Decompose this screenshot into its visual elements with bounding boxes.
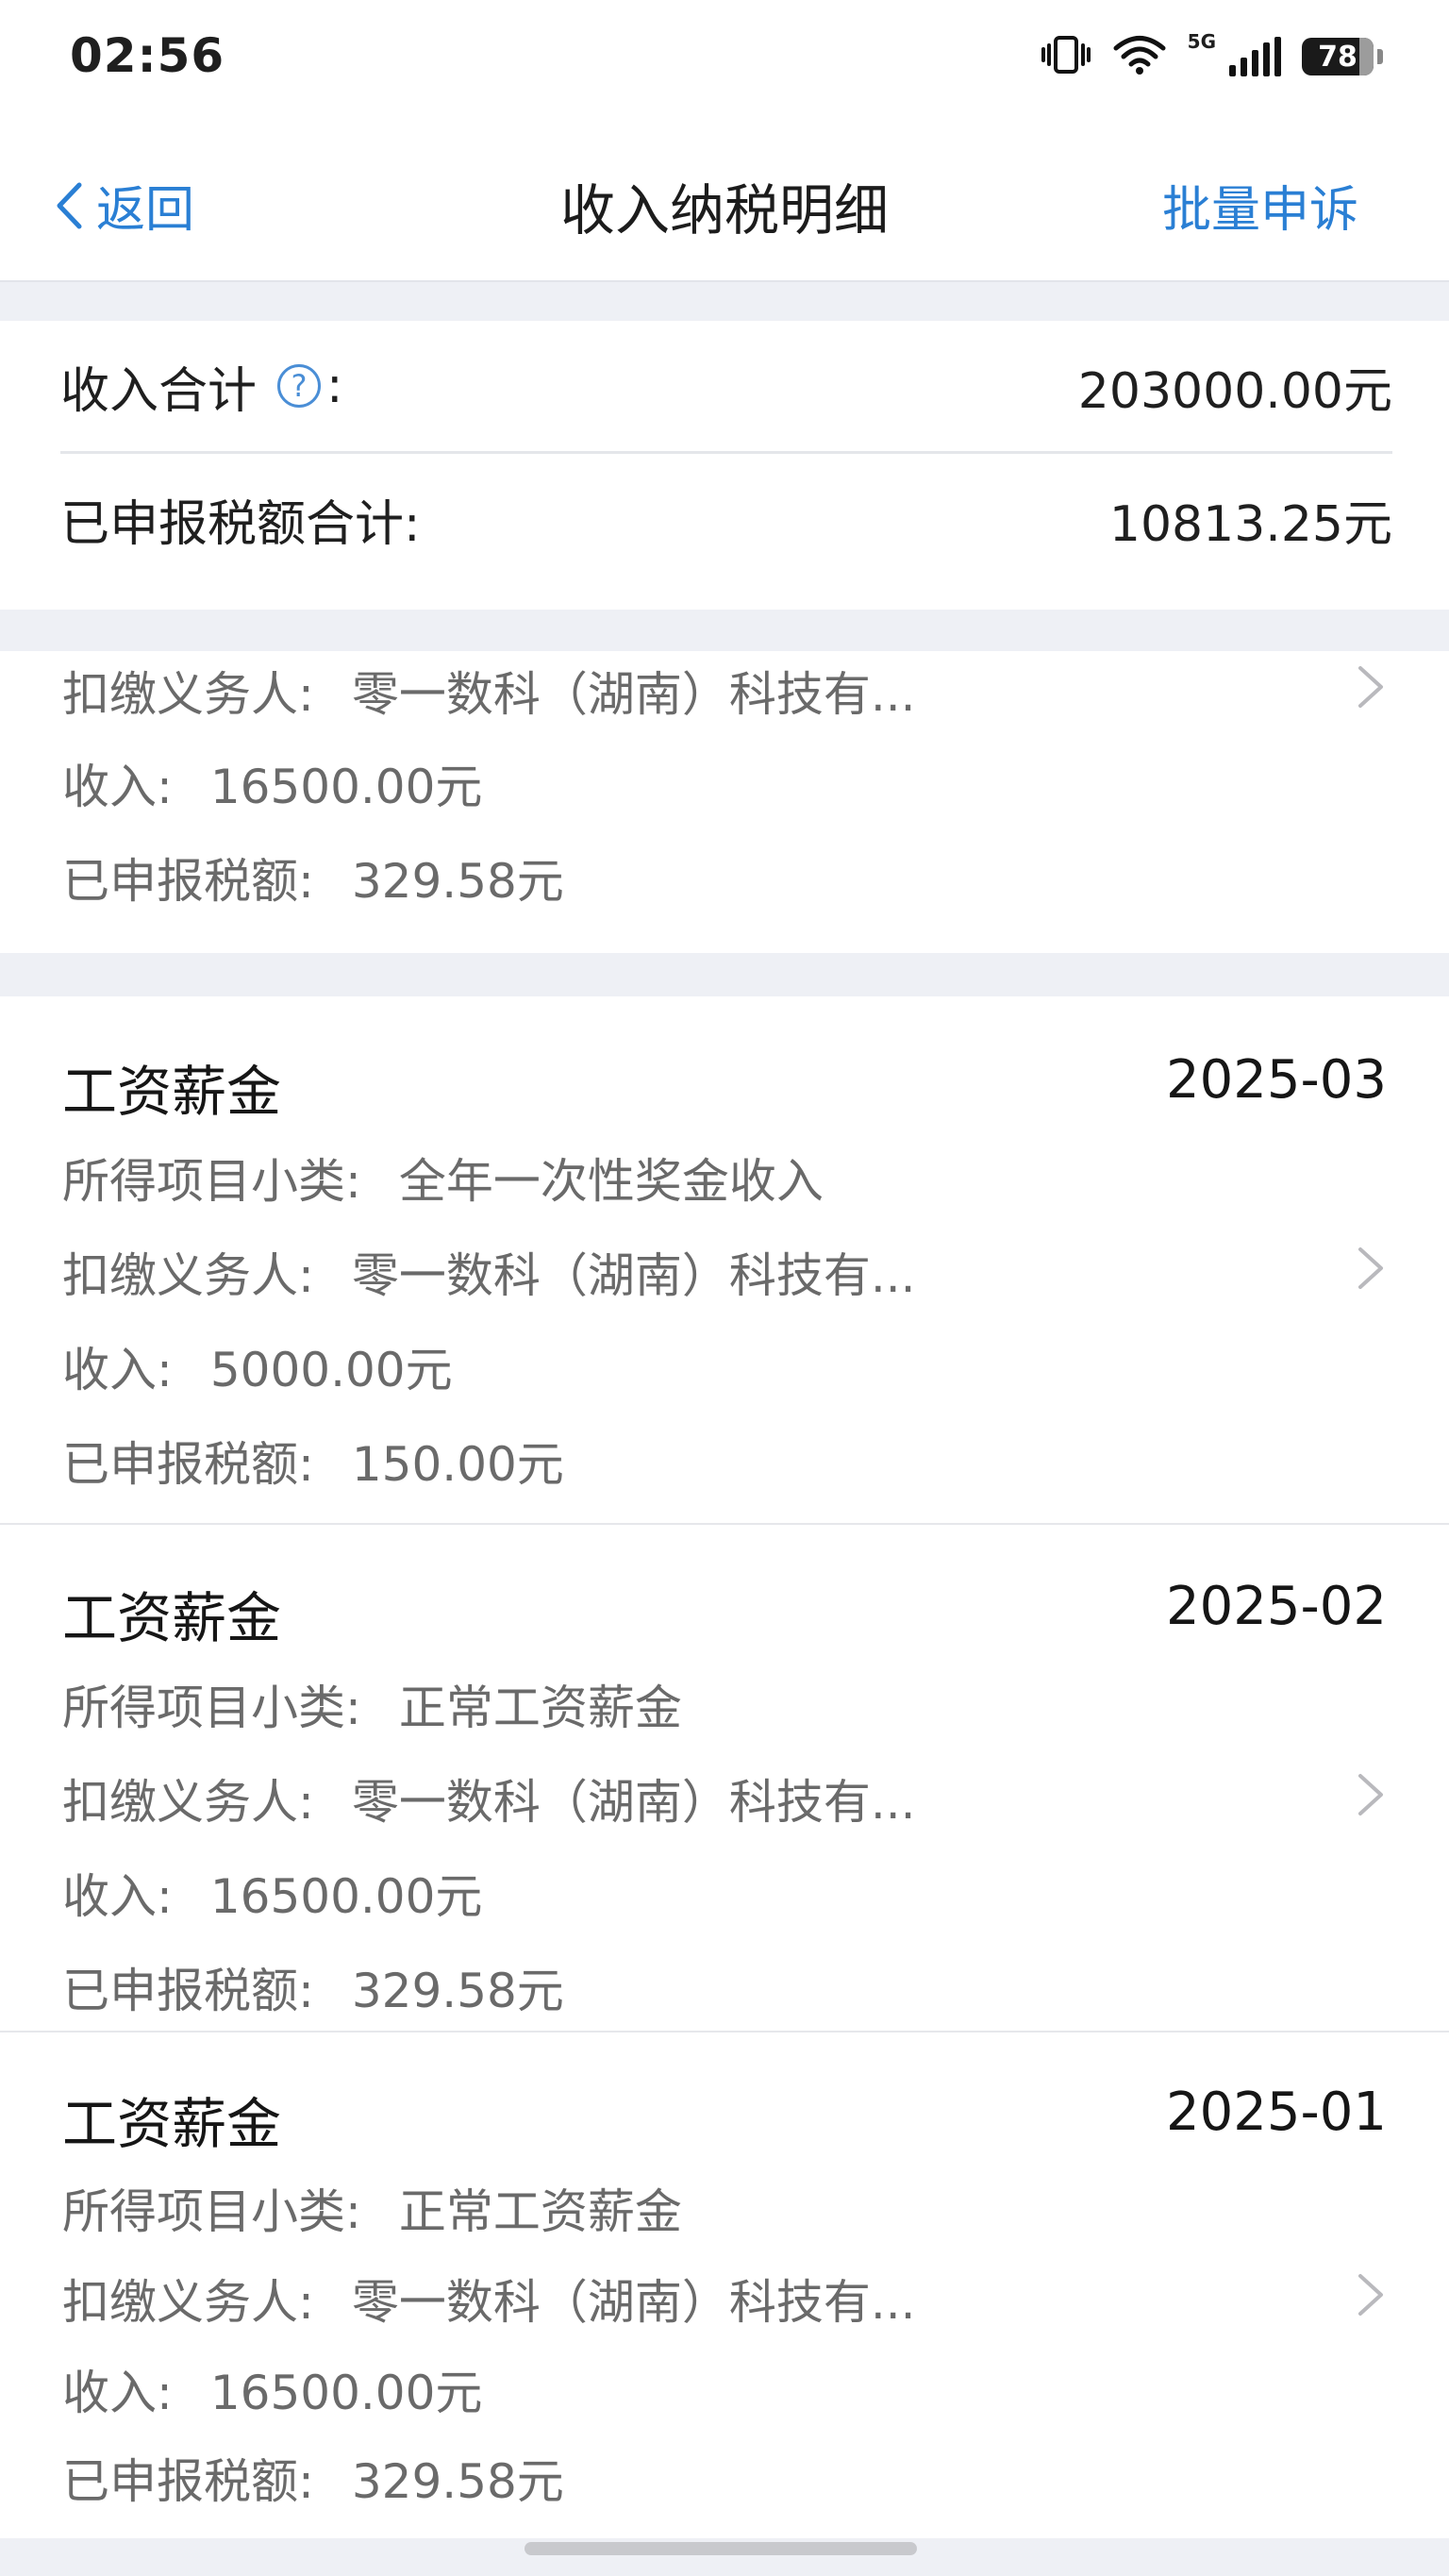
withholder-value: 零一数科（湖南）科技有...	[351, 667, 916, 722]
income-total-label: 收入合计	[60, 362, 258, 420]
subcategory-row: 所得项目小类: 全年一次性奖金收入	[62, 1144, 824, 1212]
subcategory-label: 所得项目小类:	[62, 1681, 361, 1735]
status-bar: 02:56 5G 78	[0, 0, 1449, 119]
income-value: 16500.00元	[209, 2366, 483, 2420]
records-list: 工资薪金 2025-03 所得项目小类: 全年一次性奖金收入 扣缴义务人: 零一数科…	[0, 996, 1449, 2538]
income-value: 5000.00元	[209, 1343, 453, 1397]
subcategory-label: 所得项目小类:	[62, 1154, 361, 1209]
record-date: 2025-02	[1166, 1576, 1387, 1637]
chevron-right-icon	[1358, 1774, 1383, 1815]
tax-row: 已申报税额: 150.00元	[62, 1427, 564, 1495]
record-date: 2025-03	[1166, 1049, 1387, 1111]
subcategory-value: 正常工资薪金	[398, 1681, 682, 1735]
chevron-right-icon	[1358, 666, 1383, 708]
withholder-label: 扣缴义务人:	[62, 2275, 314, 2330]
tax-row: 已申报税额: 329.58元	[62, 844, 564, 912]
withholder-row: 扣缴义务人: 零一数科（湖南）科技有...	[62, 1765, 916, 1832]
battery-icon: 78	[1302, 38, 1374, 75]
withholder-value: 零一数科（湖南）科技有...	[351, 1775, 916, 1830]
withholder-value: 零一数科（湖南）科技有...	[351, 2275, 916, 2330]
batch-appeal-button[interactable]: 批量申诉	[1162, 170, 1358, 241]
withholder-row: 扣缴义务人: 零一数科（湖南）科技有...	[62, 1238, 916, 1306]
income-label: 收入:	[62, 1869, 173, 1924]
tax-value: 329.58元	[351, 854, 564, 909]
income-row: 收入: 16500.00元	[62, 1859, 482, 1927]
tax-value: 150.00元	[351, 1437, 564, 1492]
tax-total-row: 已申报税额合计: 10813.25元	[60, 454, 1392, 584]
status-time: 02:56	[70, 28, 225, 83]
tax-total-value: 10813.25元	[1108, 495, 1392, 553]
chevron-right-icon	[1358, 2274, 1383, 2316]
record-date: 2025-01	[1166, 2082, 1387, 2143]
wifi-icon	[1112, 34, 1167, 79]
signal-icon	[1229, 37, 1281, 76]
withholder-row: 扣缴义务人: 零一数科（湖南）科技有...	[62, 2265, 916, 2333]
income-total-value: 203000.00元	[1077, 362, 1392, 420]
vibrate-icon	[1041, 34, 1091, 79]
record-card[interactable]: 工资薪金 2025-03 所得项目小类: 全年一次性奖金收入 扣缴义务人: 零一数科…	[0, 996, 1449, 1523]
chevron-right-icon	[1358, 1247, 1383, 1289]
withholder-label: 扣缴义务人:	[62, 1248, 314, 1303]
income-label: 收入:	[62, 1343, 173, 1397]
withholder-label: 扣缴义务人:	[62, 667, 314, 722]
record-title: 工资薪金	[62, 1586, 282, 1650]
income-total-label-group: 收入合计 ? :	[60, 351, 343, 422]
income-value: 16500.00元	[209, 1869, 483, 1924]
withholder-row: 扣缴义务人: 零一数科（湖南）科技有...	[62, 657, 916, 725]
battery-level: 78	[1318, 40, 1357, 74]
record-title: 工资薪金	[62, 2092, 282, 2156]
nav-bar: 返回 收入纳税明细 批量申诉	[0, 119, 1449, 282]
status-icons: 5G 78	[1041, 26, 1383, 87]
withholder-label: 扣缴义务人:	[62, 1775, 314, 1830]
tax-row: 已申报税额: 329.58元	[62, 2444, 564, 2512]
tax-row: 已申报税额: 329.58元	[62, 1953, 564, 2021]
income-total-row: 收入合计 ? : 203000.00元	[60, 321, 1392, 454]
network-type: 5G	[1187, 30, 1216, 53]
help-icon[interactable]: ?	[277, 364, 322, 408]
record-card[interactable]: 扣缴义务人: 零一数科（湖南）科技有... 收入: 16500.00元 已申报税额:…	[0, 651, 1449, 953]
withholder-value: 零一数科（湖南）科技有...	[351, 1248, 916, 1303]
tax-label: 已申报税额:	[62, 1964, 314, 2018]
tax-value: 329.58元	[351, 2454, 564, 2509]
summary-card: 收入合计 ? : 203000.00元 已申报税额合计: 10813.25元	[0, 321, 1449, 610]
tax-label: 已申报税额:	[62, 1437, 314, 1492]
subcategory-row: 所得项目小类: 正常工资薪金	[62, 1670, 682, 1738]
record-card[interactable]: 工资薪金 2025-02 所得项目小类: 正常工资薪金 扣缴义务人: 零一数科（湖南…	[0, 1525, 1449, 2031]
income-row: 收入: 5000.00元	[62, 1332, 453, 1400]
tax-value: 329.58元	[351, 1964, 564, 2018]
income-row: 收入: 16500.00元	[62, 2355, 482, 2423]
record-title: 工资薪金	[62, 1060, 282, 1124]
subcategory-row: 所得项目小类: 正常工资薪金	[62, 2174, 682, 2242]
income-label: 收入:	[62, 760, 173, 814]
subcategory-value: 全年一次性奖金收入	[398, 1154, 824, 1209]
income-total-colon: :	[326, 358, 343, 414]
tax-label: 已申报税额:	[62, 2454, 314, 2509]
record-card[interactable]: 工资薪金 2025-01 所得项目小类: 正常工资薪金 扣缴义务人: 零一数科（湖南…	[0, 2032, 1449, 2538]
subcategory-label: 所得项目小类:	[62, 2184, 361, 2239]
income-label: 收入:	[62, 2366, 173, 2420]
battery-cap	[1377, 49, 1383, 64]
tax-total-label: 已申报税额合计:	[60, 495, 421, 553]
income-value: 16500.00元	[209, 760, 483, 814]
home-indicator[interactable]	[525, 2542, 917, 2555]
tax-label: 已申报税额:	[62, 854, 314, 909]
subcategory-value: 正常工资薪金	[398, 2184, 682, 2239]
income-row: 收入: 16500.00元	[62, 749, 482, 817]
